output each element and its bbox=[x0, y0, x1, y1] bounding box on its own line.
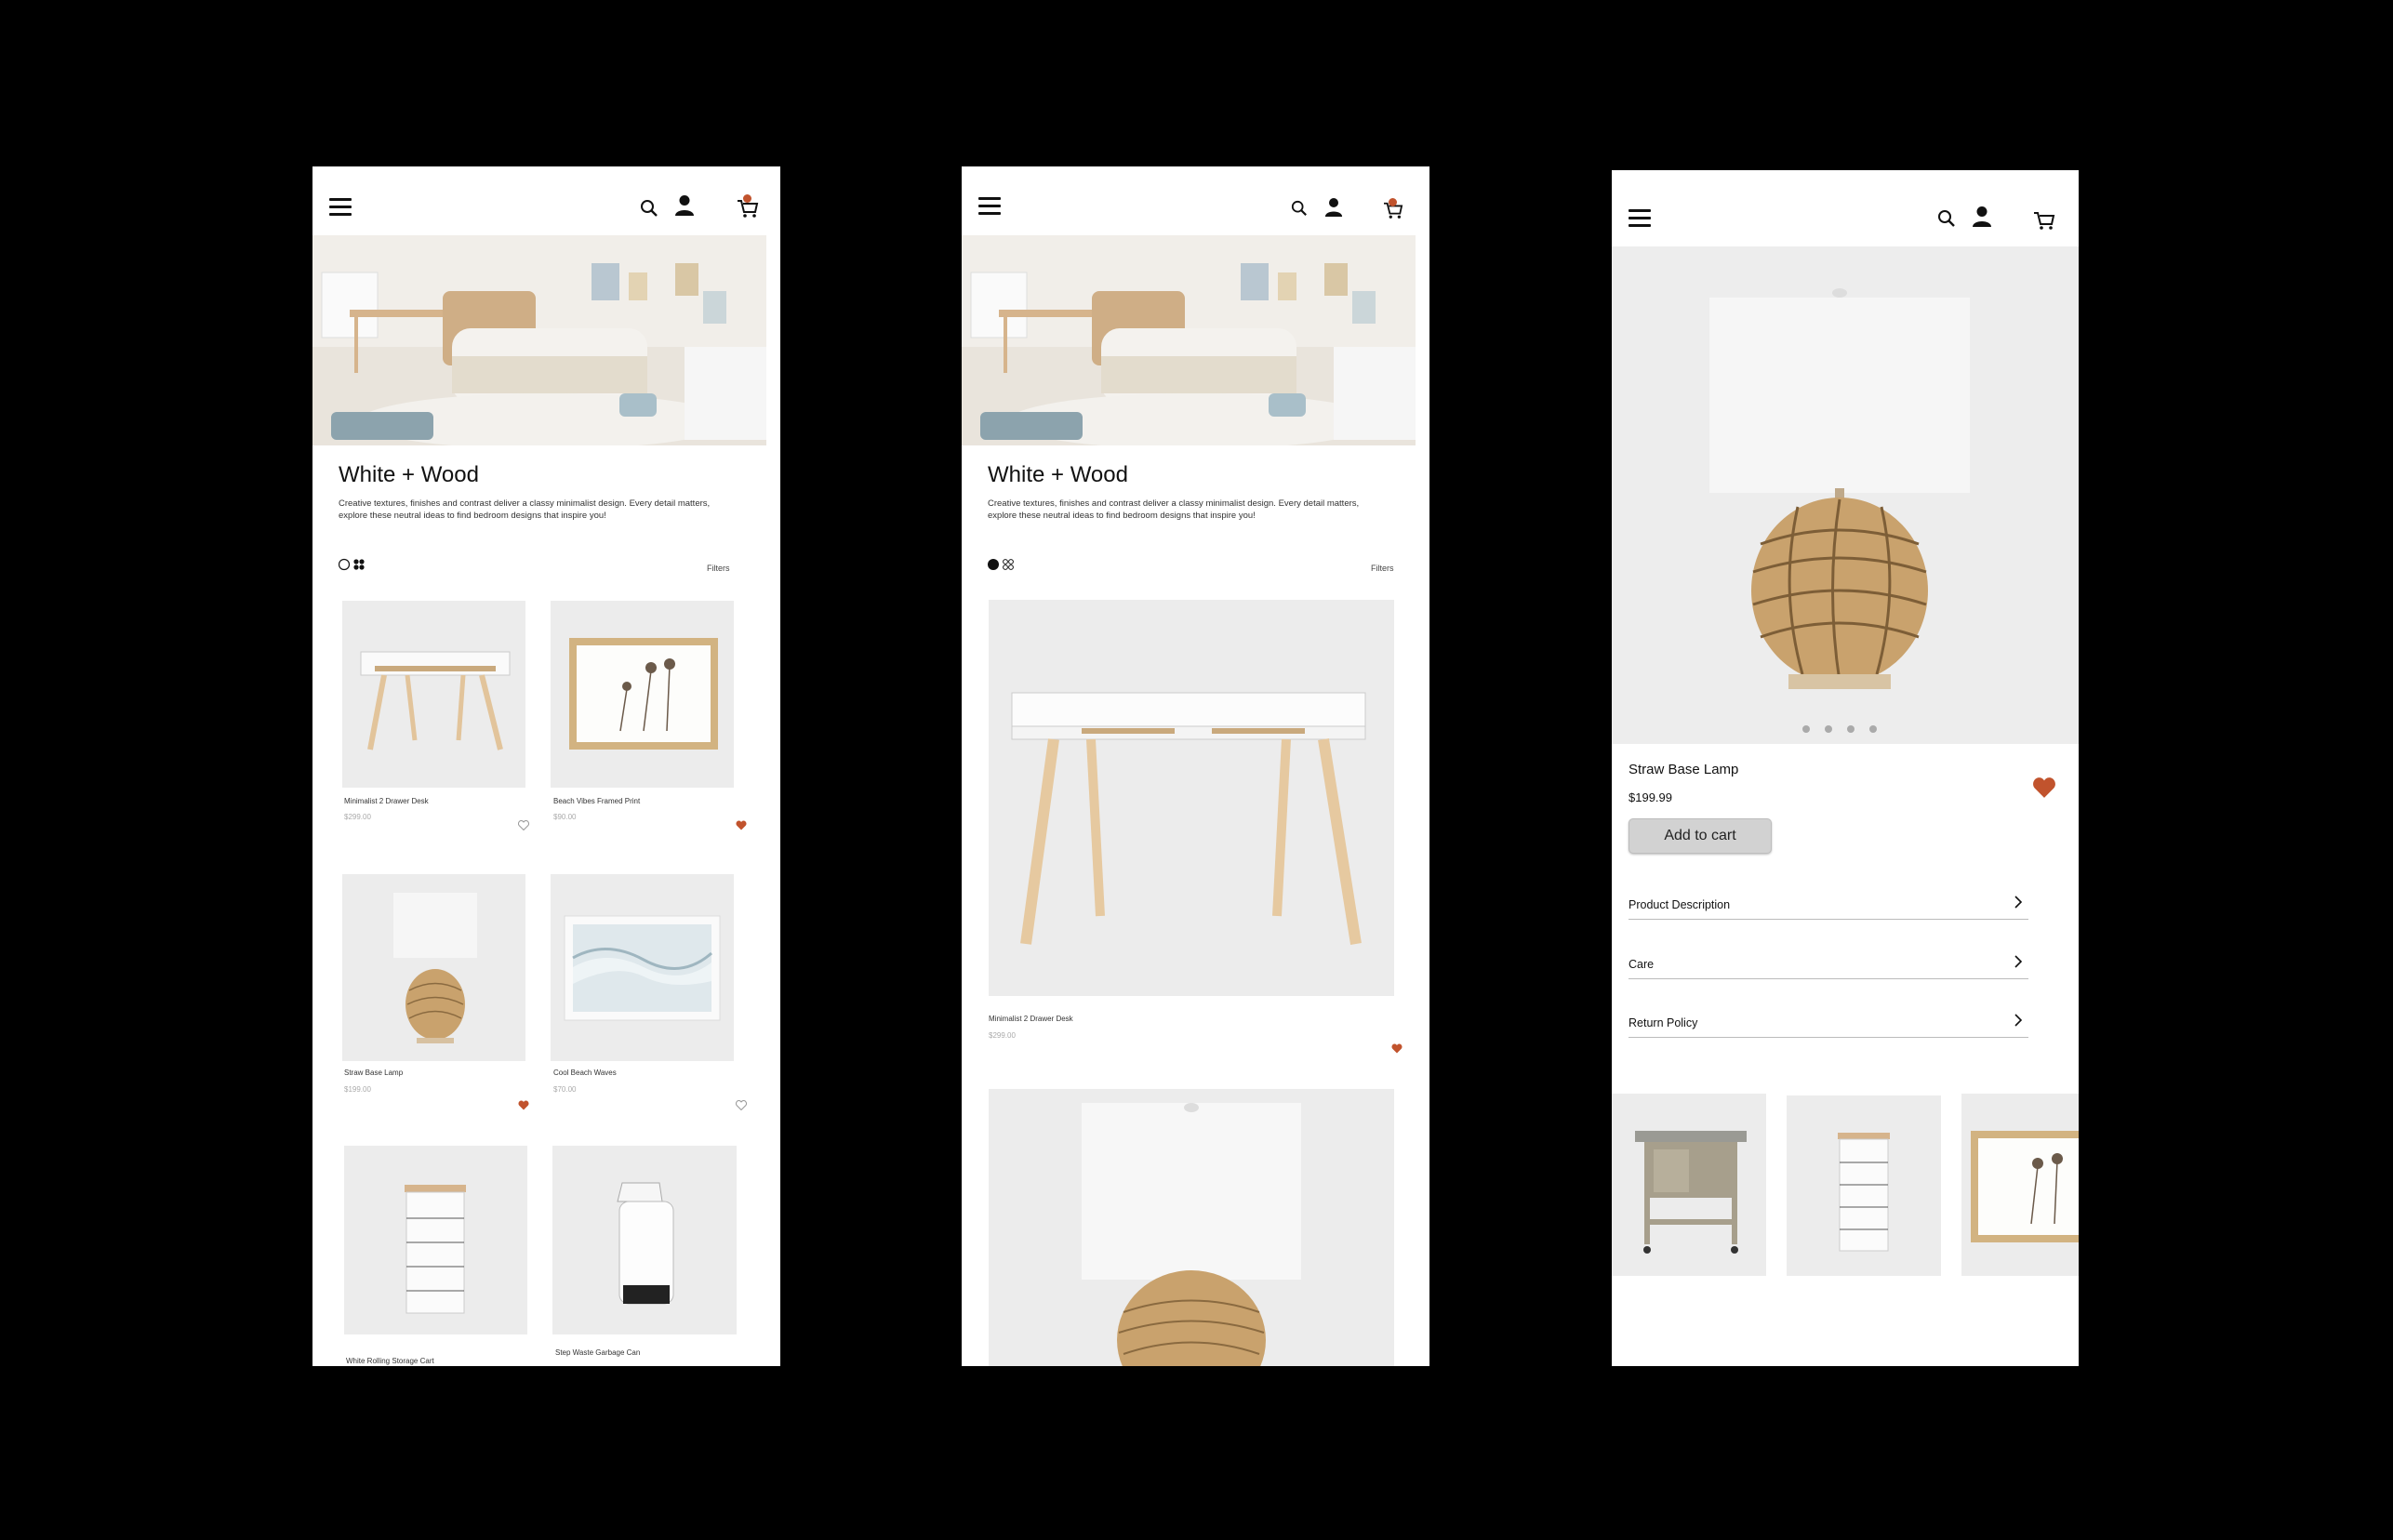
product-name[interactable]: Beach Vibes Framed Print bbox=[553, 797, 640, 805]
product-name[interactable]: Step Waste Garbage Can bbox=[555, 1348, 640, 1357]
framed-print-image bbox=[1971, 1131, 2079, 1242]
heart-filled-icon[interactable] bbox=[2032, 777, 2056, 799]
cart-badge bbox=[1389, 198, 1397, 206]
top-nav-bar bbox=[962, 166, 1429, 235]
lamp-image bbox=[1709, 288, 1970, 689]
filters-link[interactable]: Filters bbox=[707, 564, 730, 573]
user-icon[interactable] bbox=[1324, 197, 1343, 218]
storage-cart-image bbox=[1838, 1133, 1890, 1252]
collection-description: Creative textures, finishes and contrast… bbox=[339, 498, 711, 521]
product-price: $299.00 bbox=[344, 813, 371, 821]
garbage-can-image bbox=[617, 1182, 674, 1305]
heart-outline-icon[interactable] bbox=[518, 820, 529, 830]
add-to-cart-button[interactable]: Add to cart bbox=[1629, 818, 1772, 854]
collection-title: White + Wood bbox=[339, 462, 479, 487]
product-name[interactable]: White Rolling Storage Cart bbox=[346, 1357, 434, 1365]
user-icon[interactable] bbox=[674, 194, 695, 217]
search-icon[interactable] bbox=[1937, 209, 1956, 228]
product-name[interactable]: Straw Base Lamp bbox=[344, 1069, 403, 1077]
top-nav-bar bbox=[1612, 170, 2079, 246]
related-product-card[interactable] bbox=[1612, 1094, 1766, 1276]
chevron-right-icon bbox=[2014, 1014, 2023, 1027]
product-name[interactable]: Minimalist 2 Drawer Desk bbox=[989, 1015, 1073, 1023]
grid-view-icon[interactable] bbox=[1003, 559, 1014, 570]
desk-image bbox=[1011, 692, 1366, 945]
collection-description: Creative textures, finishes and contrast… bbox=[988, 498, 1360, 521]
product-card-image[interactable] bbox=[342, 601, 525, 788]
lamp-image bbox=[393, 893, 477, 1043]
single-column-view-icon[interactable] bbox=[988, 559, 999, 570]
framed-print-image bbox=[569, 638, 718, 750]
filters-link[interactable]: Filters bbox=[1371, 564, 1394, 573]
related-product-card[interactable] bbox=[1961, 1094, 2079, 1276]
cart-icon[interactable] bbox=[2033, 210, 2055, 231]
kitchen-cart-image bbox=[1635, 1131, 1747, 1254]
accordion-return-policy[interactable]: Return Policy bbox=[1629, 1013, 2028, 1038]
collection-grid-screen: White + Wood Creative textures, finishes… bbox=[312, 166, 780, 1366]
storage-cart-image bbox=[405, 1185, 466, 1314]
lamp-image bbox=[1082, 1103, 1301, 1366]
user-icon[interactable] bbox=[1972, 206, 1992, 228]
product-price: $199.99 bbox=[1629, 790, 1672, 804]
product-price: $90.00 bbox=[553, 813, 577, 821]
product-name: Straw Base Lamp bbox=[1629, 762, 1739, 777]
product-card-image[interactable] bbox=[344, 1146, 527, 1334]
chevron-right-icon bbox=[2014, 955, 2023, 968]
view-toggle bbox=[988, 558, 1017, 576]
hamburger-menu-icon[interactable] bbox=[978, 197, 1001, 216]
product-image-carousel[interactable] bbox=[1612, 246, 2079, 744]
heart-filled-icon[interactable] bbox=[736, 820, 747, 830]
hero-bedroom-image bbox=[962, 235, 1416, 445]
search-icon[interactable] bbox=[640, 199, 658, 218]
product-card-image[interactable] bbox=[989, 600, 1394, 996]
collection-title: White + Wood bbox=[988, 462, 1128, 487]
accordion-label: Care bbox=[1629, 958, 1655, 971]
product-detail-screen: Straw Base Lamp $199.99 Add to cart Prod… bbox=[1612, 170, 2079, 1366]
product-price: $70.00 bbox=[553, 1085, 577, 1094]
accordion-product-description[interactable]: Product Description bbox=[1629, 895, 2028, 920]
view-toggle bbox=[338, 558, 368, 576]
cart-badge bbox=[743, 194, 751, 203]
hero-bedroom-image bbox=[312, 235, 766, 445]
hamburger-menu-icon[interactable] bbox=[329, 198, 352, 217]
desk-image bbox=[360, 651, 511, 750]
product-card-image[interactable] bbox=[551, 601, 734, 788]
waves-print-image bbox=[564, 915, 721, 1021]
accordion-label: Product Description bbox=[1629, 898, 1731, 911]
chevron-right-icon bbox=[2014, 896, 2023, 909]
product-price: $299.00 bbox=[989, 1031, 1016, 1040]
search-icon[interactable] bbox=[1291, 200, 1308, 217]
related-product-card[interactable] bbox=[1787, 1095, 1941, 1276]
carousel-dots[interactable] bbox=[1802, 721, 1892, 737]
product-card-image[interactable] bbox=[342, 874, 525, 1061]
product-card-image[interactable] bbox=[989, 1089, 1394, 1366]
single-column-view-icon[interactable] bbox=[338, 558, 351, 571]
product-price: $199.00 bbox=[344, 1085, 371, 1094]
heart-filled-icon[interactable] bbox=[518, 1100, 529, 1110]
heart-filled-icon[interactable] bbox=[1391, 1043, 1403, 1054]
product-name[interactable]: Cool Beach Waves bbox=[553, 1069, 617, 1077]
product-card-image[interactable] bbox=[552, 1146, 737, 1334]
accordion-care[interactable]: Care bbox=[1629, 954, 2028, 979]
accordion-label: Return Policy bbox=[1629, 1016, 1698, 1029]
collection-list-screen: White + Wood Creative textures, finishes… bbox=[962, 166, 1429, 1366]
hamburger-menu-icon[interactable] bbox=[1629, 209, 1651, 228]
product-name[interactable]: Minimalist 2 Drawer Desk bbox=[344, 797, 429, 805]
grid-view-icon[interactable] bbox=[353, 559, 365, 570]
top-nav-bar bbox=[312, 166, 780, 235]
heart-outline-icon[interactable] bbox=[736, 1100, 747, 1110]
product-card-image[interactable] bbox=[551, 874, 734, 1061]
